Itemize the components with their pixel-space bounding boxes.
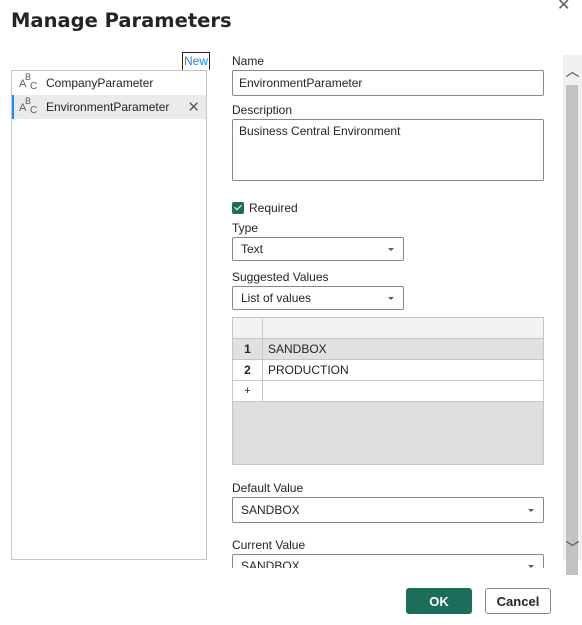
- suggested-values-label: Suggested Values: [232, 270, 329, 284]
- scrollbar-thumb[interactable]: [566, 85, 578, 575]
- suggested-values-dropdown[interactable]: List of values: [232, 286, 404, 310]
- form-scrollbar[interactable]: ︿ ﹀: [563, 55, 582, 575]
- type-label: Type: [232, 221, 259, 235]
- required-checkbox[interactable]: [232, 202, 244, 214]
- table-row[interactable]: 2 PRODUCTION: [233, 360, 543, 381]
- required-label: Required: [249, 201, 298, 215]
- current-value-dropdown-value: SANDBOX: [241, 559, 300, 568]
- scroll-up-icon[interactable]: ︿: [563, 61, 582, 81]
- type-dropdown[interactable]: Text: [232, 237, 404, 261]
- ok-button[interactable]: OK: [406, 588, 472, 614]
- parameter-item-environment[interactable]: ABC EnvironmentParameter ✕: [12, 95, 206, 119]
- parameter-item-label: CompanyParameter: [46, 76, 154, 90]
- type-dropdown-value: Text: [241, 242, 264, 256]
- table-row[interactable]: 1 SANDBOX: [233, 339, 543, 360]
- add-row[interactable]: +: [233, 381, 543, 402]
- current-value-clip: SANDBOX: [232, 554, 544, 568]
- description-label: Description: [232, 103, 293, 117]
- row-number-header: [233, 318, 263, 338]
- default-value-label: Default Value: [232, 481, 304, 495]
- values-grid-header: [233, 318, 543, 339]
- new-parameter-link[interactable]: New: [182, 52, 211, 70]
- add-row-icon[interactable]: +: [233, 381, 263, 401]
- parameter-list: ABC CompanyParameter ABC EnvironmentPara…: [11, 70, 207, 560]
- chevron-down-icon: [388, 248, 394, 251]
- abc-text-type-icon: ABC: [19, 96, 38, 116]
- current-value-dropdown[interactable]: SANDBOX: [232, 554, 544, 568]
- required-row: Required: [232, 201, 298, 215]
- description-field[interactable]: Business Central Environment: [232, 119, 544, 181]
- name-field[interactable]: EnvironmentParameter: [232, 70, 544, 96]
- abc-text-type-icon: ABC: [19, 72, 38, 92]
- value-cell[interactable]: SANDBOX: [263, 339, 543, 359]
- cancel-button[interactable]: Cancel: [485, 588, 551, 614]
- scroll-down-icon[interactable]: ﹀: [563, 538, 582, 558]
- suggested-values-dropdown-value: List of values: [241, 291, 312, 305]
- row-number: 1: [233, 339, 263, 359]
- chevron-down-icon: [388, 297, 394, 300]
- remove-parameter-icon[interactable]: ✕: [187, 98, 200, 116]
- row-number: 2: [233, 360, 263, 380]
- value-cell[interactable]: PRODUCTION: [263, 360, 543, 380]
- default-value-dropdown[interactable]: SANDBOX: [232, 497, 544, 523]
- chevron-down-icon: [528, 509, 534, 512]
- new-value-cell[interactable]: [263, 381, 543, 401]
- default-value-dropdown-value: SANDBOX: [241, 503, 300, 517]
- current-value-label: Current Value: [232, 538, 306, 552]
- close-icon[interactable]: ✕: [557, 0, 570, 14]
- parameter-item-company[interactable]: ABC CompanyParameter: [12, 71, 206, 95]
- chevron-down-icon: [528, 565, 534, 568]
- values-grid: 1 SANDBOX 2 PRODUCTION +: [232, 317, 544, 465]
- name-label: Name: [232, 54, 265, 68]
- dialog-title: Manage Parameters: [11, 9, 232, 32]
- value-column-header: [263, 318, 543, 338]
- parameter-item-label: EnvironmentParameter: [46, 100, 170, 114]
